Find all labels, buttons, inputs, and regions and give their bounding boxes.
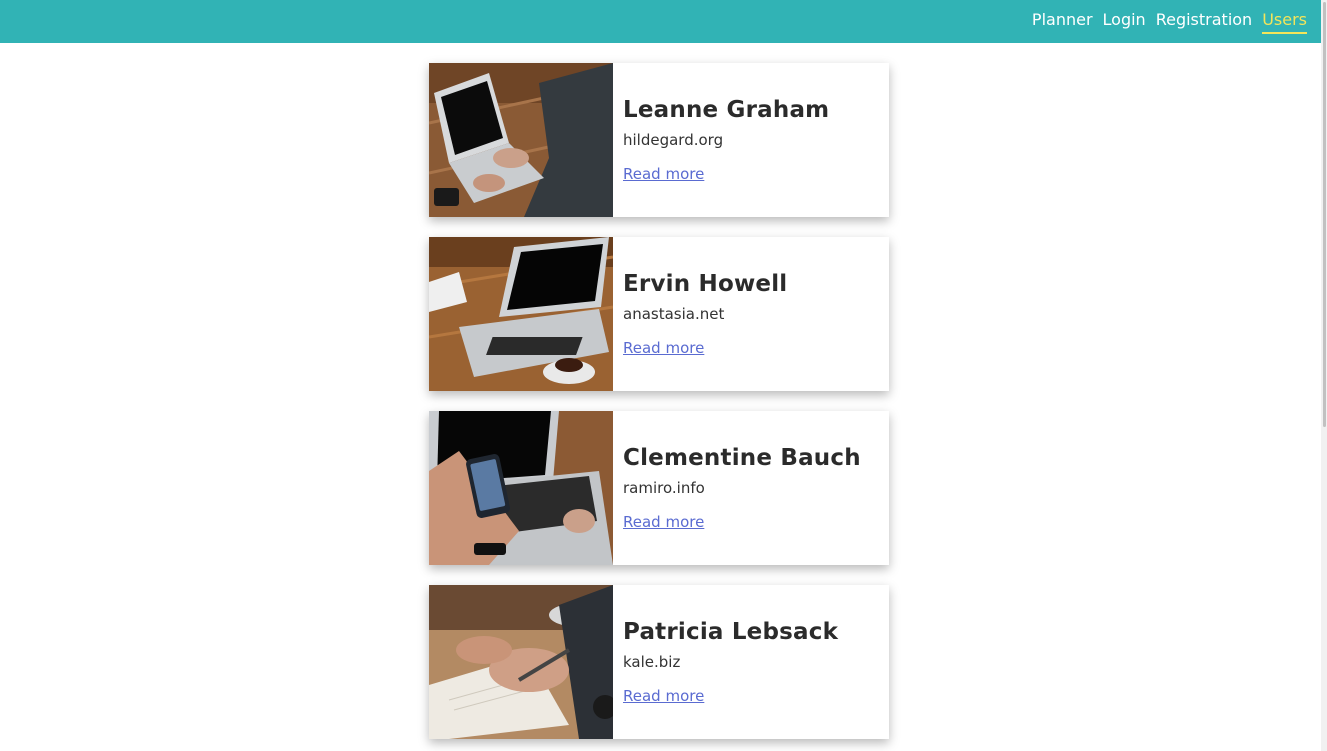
read-more-link[interactable]: Read more [623,164,704,184]
read-more-link[interactable]: Read more [623,512,704,532]
user-website: kale.biz [623,653,681,671]
nav-link-planner[interactable]: Planner [1032,10,1093,34]
phone-laptop-photo [429,411,613,565]
read-more-link[interactable]: Read more [623,338,704,358]
top-navbar: Planner Login Registration Users [0,0,1321,43]
user-info: Ervin Howell anastasia.net Read more [613,237,889,391]
nav-link-login[interactable]: Login [1103,10,1146,34]
read-more-link[interactable]: Read more [623,686,704,706]
nav-link-users[interactable]: Users [1262,10,1307,34]
user-website: hildegard.org [623,131,724,149]
user-info: Patricia Lebsack kale.biz Read more [613,585,889,739]
user-card: Clementine Bauch ramiro.info Read more [429,411,889,565]
laptop-coffee-photo [429,237,613,391]
user-name: Clementine Bauch [623,445,861,471]
scrollbar-thumb[interactable] [1323,2,1326,427]
notebook-writing-photo [429,585,613,739]
user-card-list: Leanne Graham hildegard.org Read more Er… [429,63,889,739]
user-website: ramiro.info [623,479,705,497]
user-website: anastasia.net [623,305,725,323]
laptop-typing-photo [429,63,613,217]
user-card: Leanne Graham hildegard.org Read more [429,63,889,217]
page-scrollbar[interactable] [1321,0,1327,751]
user-card: Ervin Howell anastasia.net Read more [429,237,889,391]
user-name: Leanne Graham [623,97,830,123]
user-name: Ervin Howell [623,271,788,297]
nav-link-registration[interactable]: Registration [1156,10,1252,34]
user-info: Leanne Graham hildegard.org Read more [613,63,889,217]
user-name: Patricia Lebsack [623,619,839,645]
nav-links: Planner Login Registration Users [1032,0,1307,43]
user-card: Patricia Lebsack kale.biz Read more [429,585,889,739]
user-info: Clementine Bauch ramiro.info Read more [613,411,889,565]
